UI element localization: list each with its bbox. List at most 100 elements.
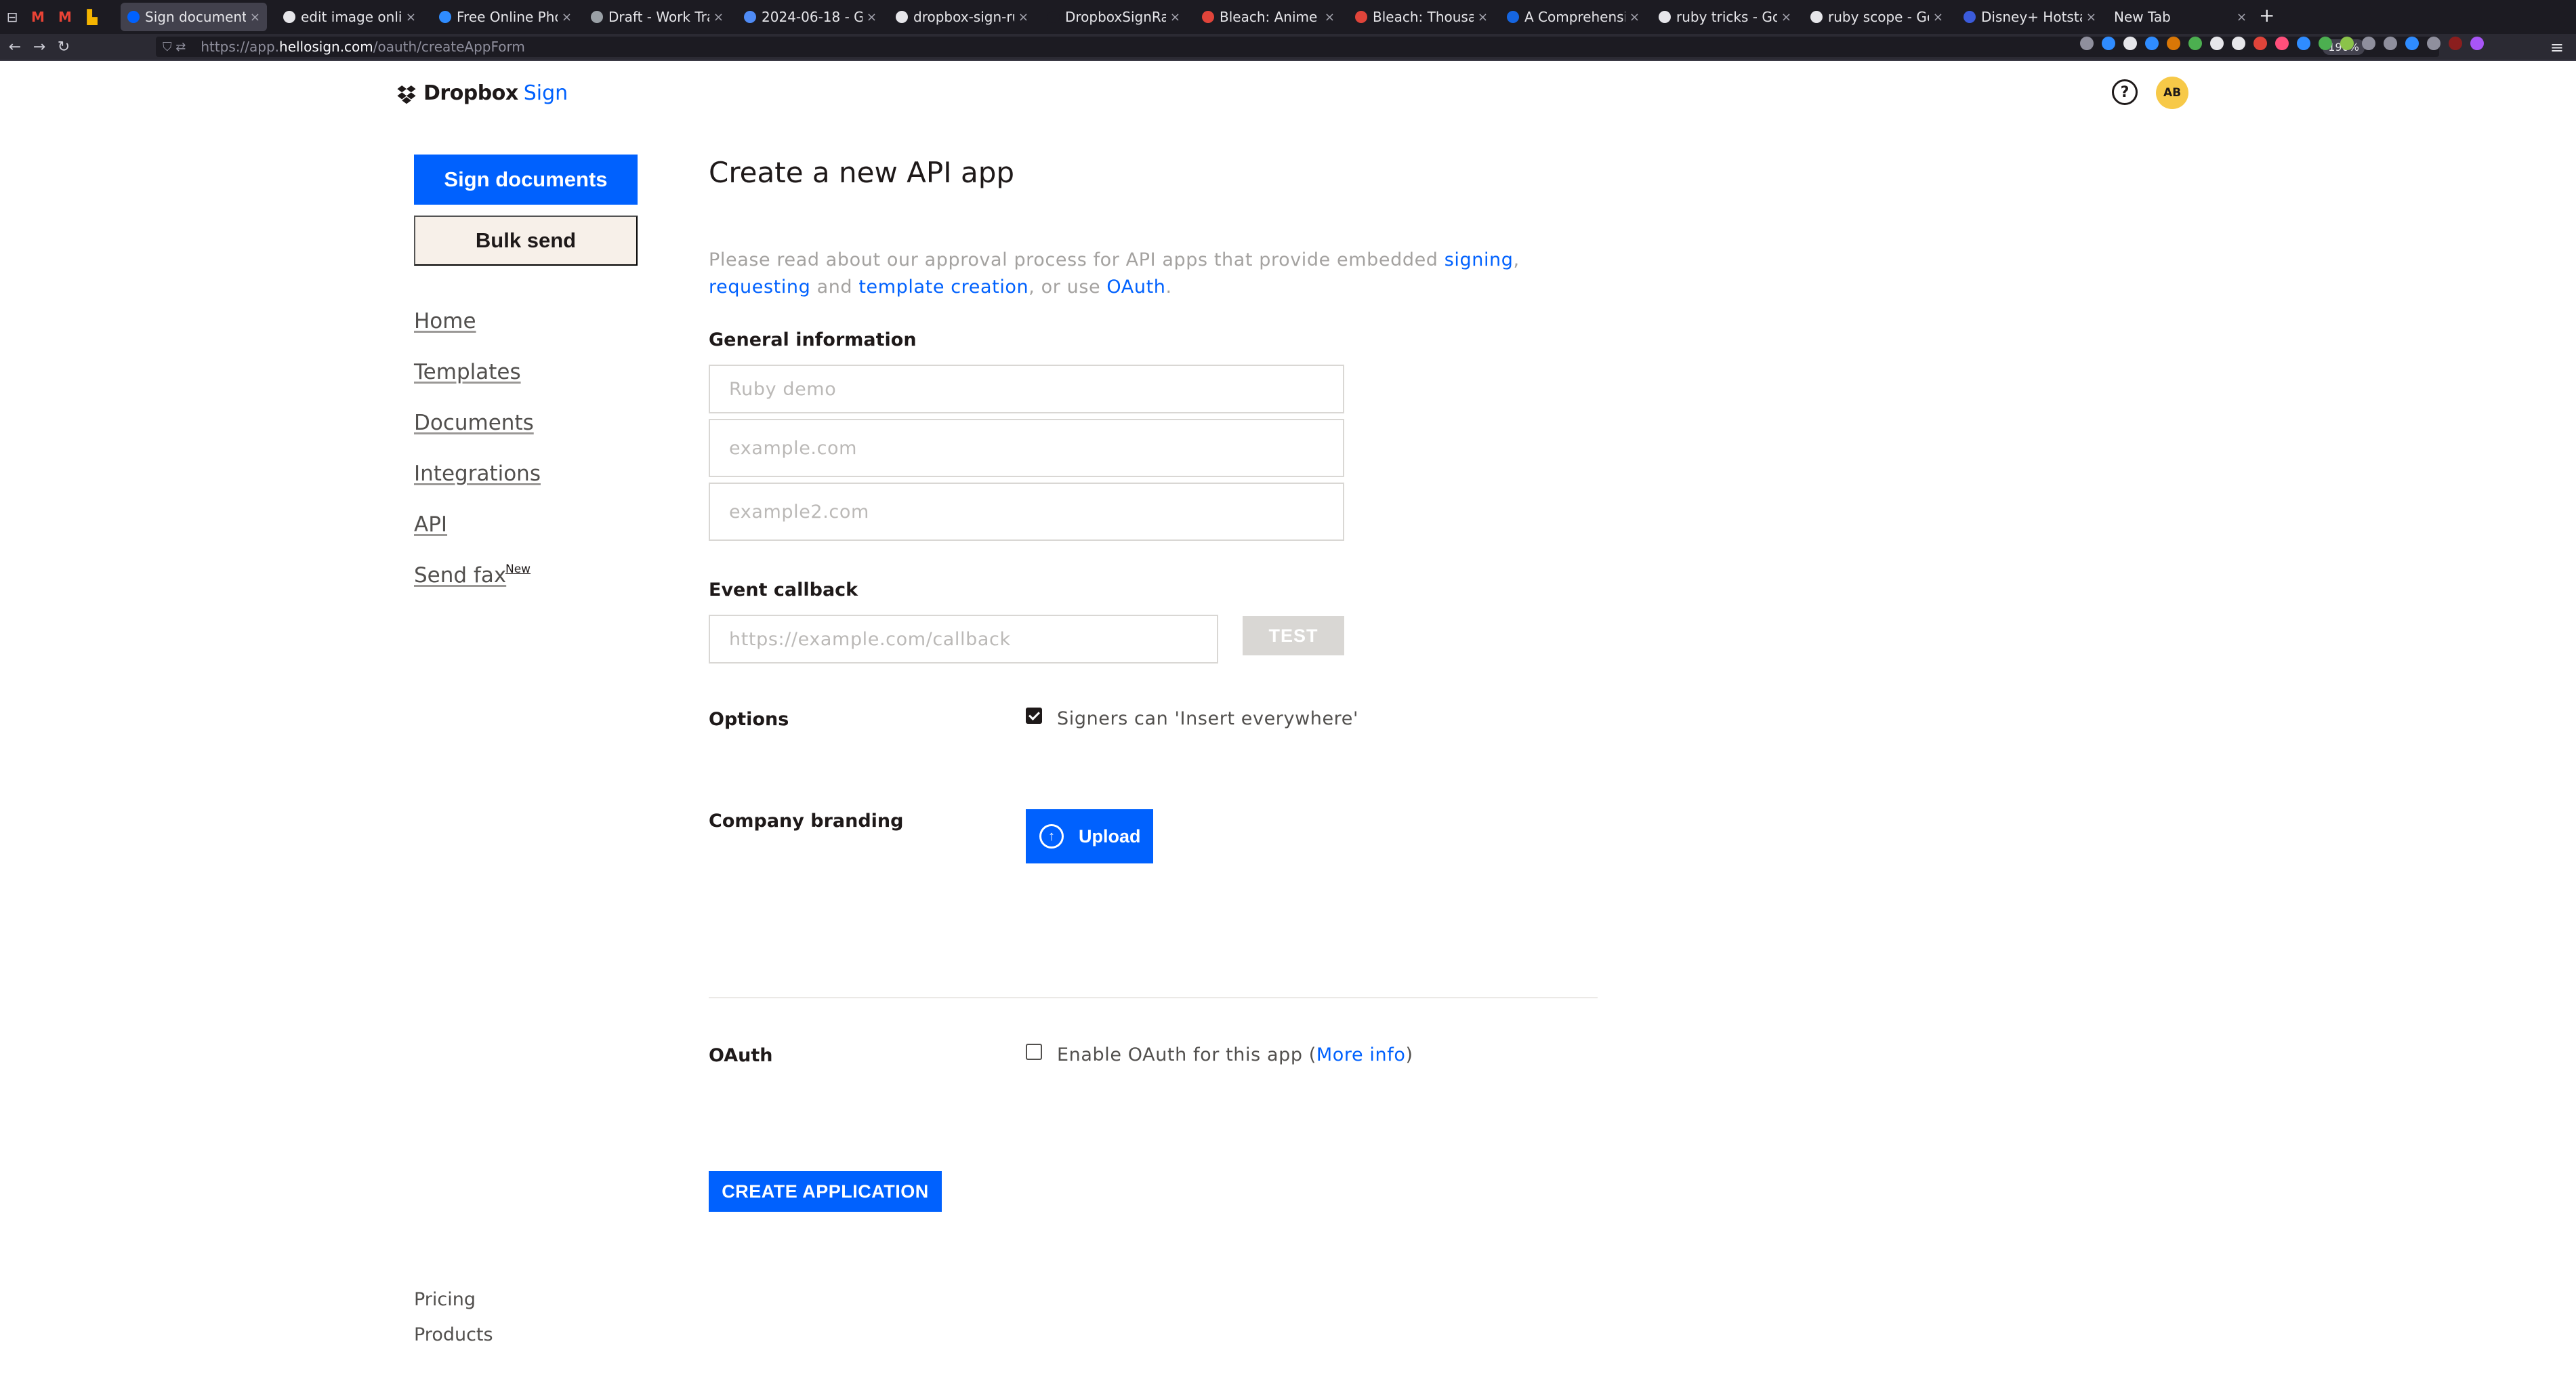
browser-tab[interactable]: ruby tricks - Goo × bbox=[1652, 3, 1798, 31]
tab-title: Disney+ Hotstar bbox=[1981, 9, 2082, 25]
oauth-link[interactable]: OAuth bbox=[1106, 277, 1165, 298]
tab-close-icon[interactable]: × bbox=[1629, 10, 1640, 24]
extension-toolbar bbox=[2080, 37, 2484, 50]
pinned-tab-app[interactable]: ▙ bbox=[79, 0, 106, 34]
signing-link[interactable]: signing bbox=[1445, 249, 1514, 270]
tab-close-icon[interactable]: × bbox=[1781, 10, 1791, 24]
forward-icon[interactable]: → bbox=[30, 39, 49, 56]
browser-tab[interactable]: ruby scope - Goo × bbox=[1804, 3, 1950, 31]
back-icon[interactable]: ← bbox=[5, 39, 24, 56]
window-menu-icon[interactable]: ⊟ bbox=[0, 0, 24, 34]
bulk-send-button[interactable]: Bulk send bbox=[414, 216, 638, 266]
tab-close-icon[interactable]: × bbox=[250, 10, 260, 24]
extension-icon[interactable] bbox=[2275, 37, 2289, 50]
extension-icon[interactable] bbox=[2232, 37, 2245, 50]
tab-title: DropboxSignRailsD bbox=[1065, 9, 1166, 25]
extension-icon[interactable] bbox=[2362, 37, 2375, 50]
footer-link-products[interactable]: Products bbox=[414, 1324, 493, 1345]
sidebar-item-templates[interactable]: Templates bbox=[414, 360, 521, 384]
extension-icon[interactable] bbox=[2297, 37, 2310, 50]
sidebar-item-documents[interactable]: Documents bbox=[414, 411, 534, 435]
browser-tab[interactable]: Bleach: Thousan × bbox=[1348, 3, 1495, 31]
extension-icon[interactable] bbox=[2123, 37, 2137, 50]
tab-close-icon[interactable]: × bbox=[406, 10, 416, 24]
sidebar-item-send-fax[interactable]: Send fax bbox=[414, 563, 506, 588]
extension-icon[interactable] bbox=[2405, 37, 2419, 50]
tab-close-icon[interactable]: × bbox=[1325, 10, 1335, 24]
tab-title: ruby scope - Goo bbox=[1828, 9, 1929, 25]
domain2-input[interactable] bbox=[709, 483, 1344, 541]
browser-menu-icon[interactable]: ≡ bbox=[2550, 38, 2564, 57]
oauth-more-info-link[interactable]: More info bbox=[1316, 1044, 1406, 1065]
dropbox-logo-icon bbox=[397, 85, 416, 104]
create-application-button[interactable]: CREATE APPLICATION bbox=[709, 1171, 942, 1212]
extension-icon[interactable] bbox=[2470, 37, 2484, 50]
browser-tab[interactable]: A Comprehensiv × bbox=[1500, 3, 1646, 31]
tab-close-icon[interactable]: × bbox=[2237, 10, 2247, 24]
app-name-input[interactable] bbox=[709, 365, 1344, 413]
browser-tab[interactable]: Draft - Work Trac × bbox=[584, 3, 730, 31]
extension-icon[interactable] bbox=[2319, 37, 2332, 50]
extension-icon[interactable] bbox=[2145, 37, 2159, 50]
tab-title: dropbox-sign-rul bbox=[913, 9, 1014, 25]
tab-close-icon[interactable]: × bbox=[1933, 10, 1943, 24]
browser-tab[interactable]: dropbox-sign-rul × bbox=[889, 3, 1035, 31]
extension-icon[interactable] bbox=[2427, 37, 2440, 50]
browser-tab[interactable]: edit image onlin × bbox=[276, 3, 423, 31]
browser-tab[interactable]: Free Online Phot × bbox=[432, 3, 579, 31]
sidebar-item-home[interactable]: Home bbox=[414, 309, 476, 333]
tab-favicon-icon bbox=[744, 11, 756, 23]
extension-icon[interactable] bbox=[2449, 37, 2462, 50]
extension-icon[interactable] bbox=[2340, 37, 2354, 50]
footer-link-pricing[interactable]: Pricing bbox=[414, 1289, 476, 1310]
intro-suffix: . bbox=[1165, 277, 1172, 298]
browser-tab[interactable]: New Tab × bbox=[2107, 3, 2253, 31]
intro-mid: and bbox=[810, 277, 859, 298]
brand-name: Dropbox bbox=[423, 81, 518, 105]
pinned-tab-gmail-1[interactable]: M bbox=[24, 0, 51, 34]
browser-tab[interactable]: Disney+ Hotstar × bbox=[1957, 3, 2103, 31]
extension-icon[interactable] bbox=[2188, 37, 2202, 50]
tab-title: A Comprehensiv bbox=[1524, 9, 1625, 25]
enable-oauth-checkbox[interactable] bbox=[1026, 1044, 1042, 1060]
tab-close-icon[interactable]: × bbox=[2086, 10, 2096, 24]
tab-close-icon[interactable]: × bbox=[713, 10, 724, 24]
sign-documents-button[interactable]: Sign documents bbox=[414, 155, 638, 205]
sidebar-item-integrations[interactable]: Integrations bbox=[414, 462, 541, 486]
pinned-tab-gmail-2[interactable]: M bbox=[51, 0, 79, 34]
tab-close-icon[interactable]: × bbox=[867, 10, 877, 24]
tab-title: 2024-06-18 - Ge bbox=[762, 9, 863, 25]
insert-everywhere-checkbox[interactable] bbox=[1026, 708, 1042, 724]
url-scheme: https://app. bbox=[201, 39, 280, 55]
callback-url-input[interactable] bbox=[709, 615, 1218, 664]
requesting-link[interactable]: requesting bbox=[709, 277, 810, 298]
extension-icon[interactable] bbox=[2253, 37, 2267, 50]
browser-tab[interactable]: Bleach: Anime a × bbox=[1195, 3, 1342, 31]
domain-input[interactable] bbox=[709, 419, 1344, 477]
tab-title: edit image onlin bbox=[301, 9, 402, 25]
tab-favicon-icon bbox=[896, 11, 908, 23]
new-tab-button[interactable]: + bbox=[2259, 4, 2274, 26]
extension-icon[interactable] bbox=[2102, 37, 2115, 50]
question-circle-icon[interactable]: ? bbox=[2112, 79, 2138, 105]
tab-close-icon[interactable]: × bbox=[1478, 10, 1488, 24]
extension-icon[interactable] bbox=[2384, 37, 2397, 50]
dropbox-sign-logo[interactable]: Dropbox Sign bbox=[395, 81, 568, 105]
tab-close-icon[interactable]: × bbox=[1170, 10, 1180, 24]
tab-close-icon[interactable]: × bbox=[562, 10, 572, 24]
sidebar-item-api[interactable]: API bbox=[414, 512, 447, 537]
extension-icon[interactable] bbox=[2210, 37, 2224, 50]
test-callback-button[interactable]: TEST bbox=[1243, 616, 1344, 655]
browser-tab[interactable]: DropboxSignRailsD × bbox=[1041, 3, 1187, 31]
browser-tab[interactable]: Sign documents × bbox=[121, 3, 267, 31]
reload-icon[interactable]: ↻ bbox=[54, 39, 73, 56]
upload-button[interactable]: ↑ Upload bbox=[1026, 809, 1153, 863]
tab-title: New Tab bbox=[2114, 9, 2171, 25]
tracking-shield-icon[interactable]: ⛉ ⇄ bbox=[163, 40, 186, 54]
template-creation-link[interactable]: template creation bbox=[858, 277, 1029, 298]
extension-icon[interactable] bbox=[2080, 37, 2094, 50]
avatar[interactable]: AB bbox=[2156, 77, 2188, 109]
browser-tab[interactable]: 2024-06-18 - Ge × bbox=[737, 3, 884, 31]
extension-icon[interactable] bbox=[2167, 37, 2180, 50]
tab-close-icon[interactable]: × bbox=[1018, 10, 1029, 24]
